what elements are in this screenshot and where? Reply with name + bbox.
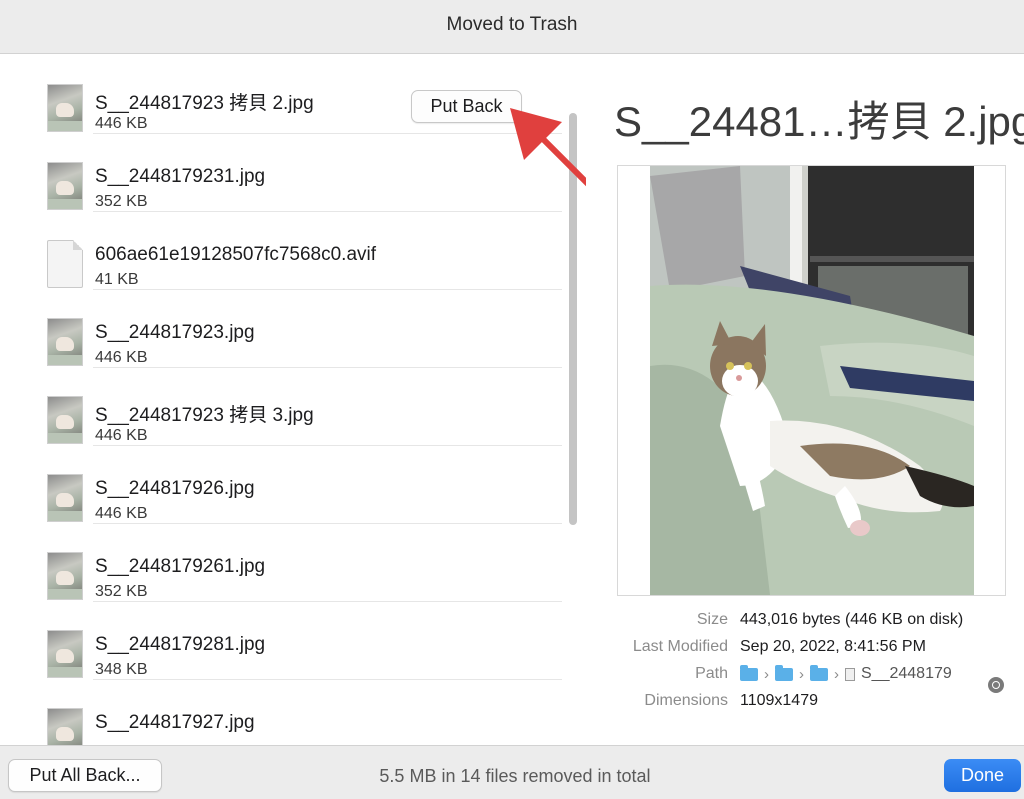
list-item[interactable]: S__2448179231.jpg 352 KB (0, 133, 562, 212)
file-size: 352 KB (95, 193, 148, 210)
photo-thumbnail-icon (47, 162, 83, 210)
list-item[interactable]: S__244817923 拷貝 3.jpg 446 KB (0, 367, 562, 446)
bottom-bar: Put All Back... 5.5 MB in 14 files remov… (0, 745, 1024, 799)
meta-dimensions-value: 1109x1479 (740, 692, 818, 709)
home-folder-icon[interactable] (740, 664, 758, 681)
file-size: 446 KB (95, 505, 148, 522)
meta-modified-row: Last Modified Sep 20, 2022, 8:41:56 PM (586, 638, 1024, 664)
photo-thumbnail-icon (47, 318, 83, 366)
meta-size-value: 443,016 bytes (446 KB on disk) (740, 611, 964, 628)
photo-thumbnail-icon (47, 474, 83, 522)
done-button[interactable]: Done (944, 759, 1021, 792)
file-size: 348 KB (95, 661, 148, 678)
chevron-right-icon: › (799, 665, 804, 683)
file-icon (845, 667, 855, 681)
file-name: S__244817923 拷貝 2.jpg (95, 93, 314, 114)
file-name: S__244817923.jpg (95, 322, 255, 343)
document-icon (47, 240, 83, 288)
meta-modified-label: Last Modified (632, 638, 728, 655)
meta-size-label: Size (696, 611, 728, 628)
file-name: S__2448179281.jpg (95, 634, 266, 655)
meta-modified-value: Sep 20, 2022, 8:41:56 PM (740, 638, 926, 655)
meta-size-row: Size 443,016 bytes (446 KB on disk) (586, 611, 1024, 637)
photo-thumbnail-icon (47, 396, 83, 444)
file-name: S__244817926.jpg (95, 478, 255, 499)
documents-folder-icon[interactable] (775, 664, 793, 681)
list-item[interactable]: S__244817927.jpg (0, 679, 562, 745)
chevron-right-icon: › (834, 665, 839, 683)
meta-dimensions-row: Dimensions 1109x1479 (586, 692, 1024, 718)
photo-thumbnail-icon (47, 552, 83, 600)
photo-thumbnail-icon (47, 630, 83, 678)
folder-icon[interactable] (810, 664, 828, 681)
list-item[interactable]: S__2448179261.jpg 352 KB (0, 523, 562, 602)
photo-thumbnail-icon (47, 708, 83, 745)
file-name: S__244817923 拷貝 3.jpg (95, 405, 314, 426)
image-preview-frame (617, 165, 1006, 596)
chevron-right-icon: › (764, 665, 769, 683)
path-control[interactable]: › › › S__2448179 (740, 664, 952, 683)
file-size: 352 KB (95, 583, 148, 600)
file-size: 446 KB (95, 115, 148, 132)
status-text: 5.5 MB in 14 files removed in total (379, 766, 651, 786)
trash-file-list[interactable]: S__244817923 拷貝 2.jpg 446 KB S__24481792… (0, 55, 584, 745)
meta-path-label: Path (695, 665, 728, 682)
list-item[interactable]: S__244817926.jpg 446 KB (0, 445, 562, 524)
photo-thumbnail-icon (47, 84, 83, 132)
path-file-name[interactable]: S__2448179 (861, 665, 952, 682)
list-item[interactable]: 606ae61e19128507fc7568c0.avif 41 KB (0, 211, 562, 290)
meta-dimensions-label: Dimensions (644, 692, 728, 709)
title-bar: Moved to Trash (0, 0, 1024, 54)
file-name: S__2448179261.jpg (95, 556, 266, 577)
file-size: 446 KB (95, 349, 148, 366)
file-size: 41 KB (95, 271, 139, 288)
preview-title: S__24481…拷貝 2.jpg (614, 98, 1024, 145)
window-title: Moved to Trash (446, 14, 578, 35)
file-name: 606ae61e19128507fc7568c0.avif (95, 244, 377, 265)
reveal-magnifier-icon[interactable] (988, 677, 1004, 693)
list-item[interactable]: S__244817923.jpg 446 KB (0, 289, 562, 368)
cat-photo-preview (650, 166, 974, 595)
list-item[interactable]: S__2448179281.jpg 348 KB (0, 601, 562, 680)
file-name: S__2448179231.jpg (95, 166, 266, 187)
meta-path-row: Path › › › S__2448179 (586, 664, 1024, 693)
preview-pane: S__24481…拷貝 2.jpg Size 443,016 bytes (44… (586, 55, 1024, 745)
file-name: S__244817927.jpg (95, 712, 255, 733)
file-size: 446 KB (95, 427, 148, 444)
